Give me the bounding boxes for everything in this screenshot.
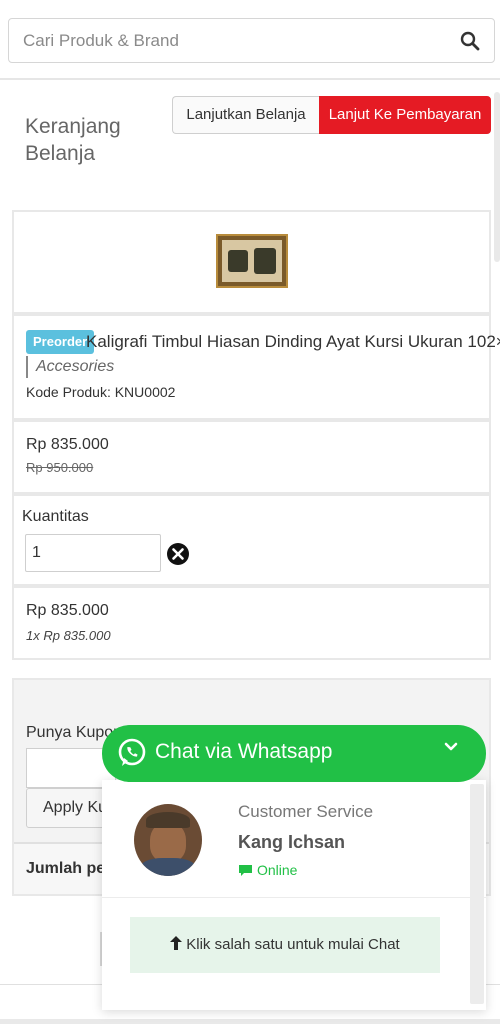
chat-bubble-icon [239, 864, 252, 876]
avatar [134, 804, 202, 876]
cart-item-image-cell [12, 210, 491, 314]
search-input[interactable] [9, 19, 449, 62]
agent-name: Kang Ichsan [238, 832, 346, 852]
scrollbar[interactable] [470, 784, 484, 1004]
whatsapp-title: Chat via Whatsapp [155, 740, 333, 763]
chat-hint: Klik salah satu untuk mulai Chat [130, 917, 440, 973]
preorder-badge: Preorder [26, 330, 95, 354]
quantity-label: Kuantitas [22, 508, 89, 525]
whatsapp-panel: Customer Service Kang Ichsan Online Klik… [102, 780, 486, 1010]
agent-status: Online [238, 862, 297, 878]
product-name-link[interactable]: Kaligrafi Timbul Hiasan Dinding Ayat Kur… [86, 330, 500, 354]
product-code: Kode Produk: KNU0002 [26, 384, 176, 400]
chat-hint-text: Klik salah satu untuk mulai Chat [186, 936, 400, 953]
cart-item-subtotal-cell: Rp 835.000 1x Rp 835.000 [12, 586, 491, 660]
item-subtotal: Rp 835.000 [26, 602, 109, 619]
quantity-input[interactable] [25, 534, 161, 572]
divider [0, 78, 500, 80]
top-strip [0, 0, 500, 6]
product-category: Accesories [26, 356, 114, 378]
checkout-button[interactable]: Lanjut Ke Pembayaran [319, 96, 491, 134]
product-price: Rp 835.000 [26, 436, 109, 453]
whatsapp-icon [118, 738, 146, 766]
agent-card[interactable]: Customer Service Kang Ichsan Online [102, 780, 486, 898]
agent-role: Customer Service [238, 802, 374, 821]
agent-status-text: Online [257, 862, 298, 878]
remove-item-icon[interactable] [166, 542, 190, 566]
order-total-label: Jumlah pesanan [26, 860, 104, 877]
scrollbar[interactable] [494, 92, 500, 262]
cart-actions: Lanjutkan Belanja Lanjut Ke Pembayaran [172, 96, 491, 134]
cart-item-quantity-cell: Kuantitas [12, 494, 491, 586]
product-image[interactable] [216, 234, 288, 288]
arrow-up-icon [170, 936, 183, 950]
page-title: Keranjang Belanja [25, 115, 121, 165]
cart-item-price-cell: Rp 835.000 Rp 950.000 [12, 420, 491, 494]
product-original-price: Rp 950.000 [26, 460, 94, 475]
item-subtotal-detail: 1x Rp 835.000 [26, 628, 111, 643]
continue-shopping-button[interactable]: Lanjutkan Belanja [172, 96, 319, 134]
search-icon[interactable] [460, 31, 480, 51]
search-bar[interactable] [8, 18, 495, 63]
chevron-down-icon[interactable] [444, 741, 458, 753]
cart-item-info-cell: Preorder Kaligrafi Timbul Hiasan Dinding… [12, 314, 500, 420]
whatsapp-chat-button[interactable]: Chat via Whatsapp [102, 725, 486, 782]
